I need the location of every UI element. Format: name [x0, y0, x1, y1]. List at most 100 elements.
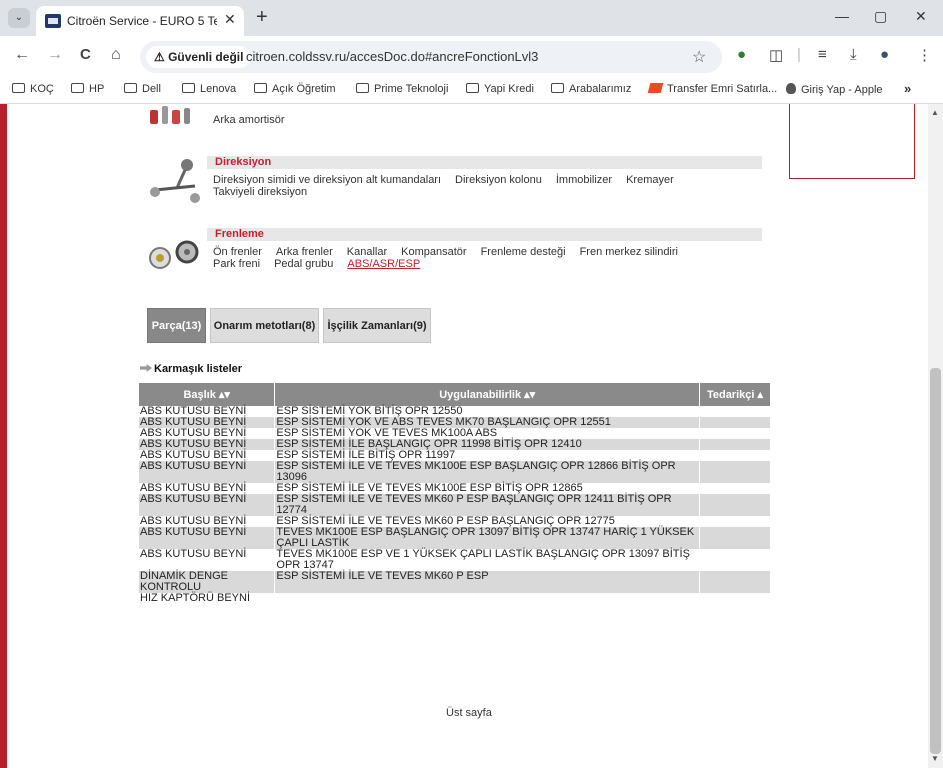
- folder-icon: [71, 83, 84, 93]
- download-icon[interactable]: ⤓: [850, 46, 857, 63]
- suspension-link[interactable]: Arka amortisör: [213, 114, 285, 126]
- reload-icon[interactable]: C: [80, 46, 91, 63]
- bookmark-arabalarimiz[interactable]: Arabalarımız: [551, 83, 631, 95]
- menu-icon[interactable]: ⋮: [917, 46, 932, 64]
- cell-baslik: ABS KUTUSU BEYNİ: [139, 494, 276, 516]
- forward-icon[interactable]: →: [47, 46, 63, 64]
- cell-uygulanabilirlik: ESP SİSTEMİ İLE VE TEVES MK60 P ESP BAŞL…: [274, 494, 700, 516]
- tab-parca[interactable]: Parça(13): [147, 308, 206, 343]
- cell-baslik: DİNAMİK DENGE KONTROLU: [139, 571, 276, 593]
- link-kanallar[interactable]: Kanallar: [347, 246, 387, 258]
- folder-icon: [356, 83, 369, 93]
- cell-tedarikci: [699, 549, 771, 571]
- cell-tedarikci: [699, 461, 771, 483]
- bookmark-prime-teknoloji[interactable]: Prime Teknoloji: [356, 83, 448, 95]
- new-tab-button[interactable]: +: [256, 6, 268, 29]
- table-row: HIZ KAPTÖRÜ BEYNİ: [139, 593, 771, 604]
- cell-tedarikci: [699, 571, 771, 593]
- link-fren-merkez-silindiri[interactable]: Fren merkez silindiri: [580, 246, 678, 258]
- bookmark-dell[interactable]: Dell: [124, 83, 161, 95]
- cell-uygulanabilirlik: [274, 593, 700, 604]
- list-title: Karmaşık listeler: [154, 363, 243, 375]
- link-on-frenler[interactable]: Ön frenler: [213, 246, 262, 258]
- table-row: ABS KUTUSU BEYNİ TEVES MK100E ESP BAŞLANG…: [139, 527, 771, 549]
- table-body: ABS KUTUSU BEYNİ ESP SİSTEMİ YOK BİTİŞ OP…: [139, 406, 771, 604]
- column-header-uygulanabilirlik[interactable]: Uygulanabilirlik ▴▾: [274, 383, 700, 406]
- bookmark-apple[interactable]: Giriş Yap - Apple: [786, 83, 883, 96]
- cell-tedarikci: [699, 439, 771, 450]
- url-text[interactable]: citroen.coldssv.ru/accesDoc.do#ancreFonc…: [246, 49, 538, 64]
- tab-onarim-metotlari[interactable]: Onarım metotları(8): [210, 308, 319, 343]
- page-content: Arka amortisör Direksiyon Direksiyon sim…: [0, 104, 928, 768]
- suspension-links: Arka amortisör: [213, 114, 753, 126]
- browser-window: ⌄ Citroën Service - EURO 5 Teknik ✕ + — …: [0, 0, 943, 768]
- address-bar[interactable]: ⚠ Güvenli değil citroen.coldssv.ru/acces…: [140, 41, 722, 73]
- profile-avatar-icon[interactable]: ●: [880, 46, 889, 63]
- bookmark-hp[interactable]: HP: [71, 83, 104, 95]
- table-row: ABS KUTUSU BEYNİ ESP SİSTEMİ İLE VE TEVES…: [139, 461, 771, 483]
- back-icon[interactable]: ←: [14, 46, 30, 64]
- link-direksiyon-simidi[interactable]: Direksiyon simidi ve direksiyon alt kuma…: [213, 174, 441, 186]
- link-kompansator[interactable]: Kompansatör: [401, 246, 466, 258]
- column-header-baslik[interactable]: Başlık ▴▾: [139, 383, 276, 406]
- close-window-button[interactable]: ✕: [915, 8, 927, 25]
- folder-icon: [182, 83, 195, 93]
- cell-uygulanabilirlik: TEVES MK100E ESP BAŞLANGIÇ OPR 13097 BİT…: [274, 527, 700, 549]
- tab-search-button[interactable]: ⌄: [8, 8, 30, 28]
- bookmark-acik-ogretim[interactable]: Açık Öğretim: [254, 83, 336, 95]
- tab-close-icon[interactable]: ✕: [224, 11, 236, 28]
- side-red-box: [789, 104, 915, 179]
- bookmark-koc[interactable]: KOÇ: [12, 83, 54, 95]
- cell-baslik: ABS KUTUSU BEYNİ: [139, 527, 276, 549]
- vertical-scrollbar[interactable]: ▲ ▼: [928, 104, 943, 768]
- cell-tedarikci: [699, 450, 771, 461]
- link-takviyeli-direksiyon[interactable]: Takviyeli direksiyon: [213, 186, 307, 198]
- link-kremayer[interactable]: Kremayer: [626, 174, 674, 186]
- cell-uygulanabilirlik: TEVES MK100E ESP VE 1 YÜKSEK ÇAPLI LASTİ…: [274, 549, 700, 571]
- link-frenleme-destegi[interactable]: Frenleme desteği: [481, 246, 566, 258]
- cell-baslik: HIZ KAPTÖRÜ BEYNİ: [139, 593, 276, 604]
- maximize-button[interactable]: ▢: [874, 8, 887, 25]
- toolbar-divider: |: [797, 46, 801, 63]
- scroll-down-icon[interactable]: ▼: [931, 754, 939, 763]
- column-header-tedarikci[interactable]: Tedarikçi ▴: [699, 383, 771, 406]
- active-tab[interactable]: Citroën Service - EURO 5 Teknik ✕: [36, 6, 244, 36]
- bookmarks-more-icon[interactable]: »: [904, 81, 911, 96]
- home-icon[interactable]: ⌂: [111, 46, 121, 64]
- link-arka-frenler[interactable]: Arka frenler: [276, 246, 333, 258]
- brake-icon: [149, 240, 199, 269]
- cell-tedarikci: [699, 593, 771, 604]
- folder-icon: [551, 83, 564, 93]
- citroen-favicon: [45, 14, 61, 28]
- cell-tedarikci: [699, 428, 771, 439]
- link-abs-asr-esp[interactable]: ABS/ASR/ESP: [347, 258, 420, 270]
- link-pedal-grubu[interactable]: Pedal grubu: [274, 258, 333, 270]
- minimize-button[interactable]: —: [835, 8, 849, 24]
- bookmark-star-icon[interactable]: ☆: [692, 47, 706, 67]
- extensions-puzzle-icon[interactable]: ◫: [769, 46, 783, 64]
- tab-title: Citroën Service - EURO 5 Teknik: [67, 14, 217, 28]
- direksiyon-links: Direksiyon simidi ve direksiyon alt kuma…: [213, 174, 753, 198]
- link-immobilizer[interactable]: İmmobilizer: [556, 174, 612, 186]
- bookmark-yapi-kredi[interactable]: Yapi Kredi: [466, 83, 534, 95]
- extension-icon[interactable]: ●: [737, 46, 746, 63]
- cell-tedarikci: [699, 494, 771, 516]
- security-badge[interactable]: ⚠ Güvenli değil: [146, 46, 252, 68]
- title-bar: ⌄ Citroën Service - EURO 5 Teknik ✕ + — …: [0, 0, 943, 36]
- bookmark-transfer[interactable]: Transfer Emri Satırla...: [647, 83, 777, 95]
- folder-icon: [254, 83, 267, 93]
- scroll-up-icon[interactable]: ▲: [931, 108, 939, 117]
- top-of-page-link[interactable]: Üst sayfa: [446, 707, 492, 719]
- section-title-frenleme: Frenleme: [207, 228, 762, 241]
- link-park-freni[interactable]: Park freni: [213, 258, 260, 270]
- scrollbar-thumb[interactable]: [930, 368, 941, 754]
- cell-tedarikci: [699, 516, 771, 527]
- link-direksiyon-kolonu[interactable]: Direksiyon kolonu: [455, 174, 542, 186]
- cell-tedarikci: [699, 483, 771, 494]
- cell-tedarikci: [699, 527, 771, 549]
- reading-list-icon[interactable]: ≡: [818, 46, 827, 63]
- suspension-icon: [150, 106, 190, 124]
- tab-iscilik-zamanlari[interactable]: İşçilik Zamanları(9): [323, 308, 431, 343]
- bookmark-lenova[interactable]: Lenova: [182, 83, 236, 95]
- cell-baslik: ABS KUTUSU BEYNİ: [139, 461, 276, 483]
